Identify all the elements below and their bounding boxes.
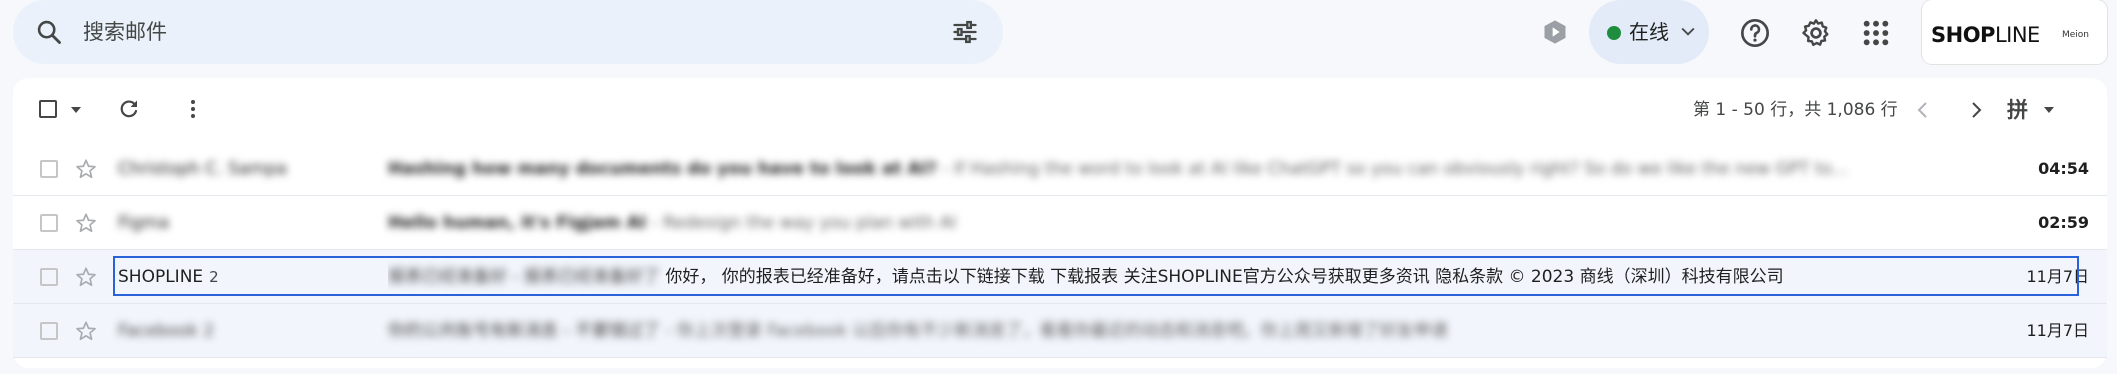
input-method-button[interactable]: 拼 (2007, 78, 2028, 142)
email-subject: Hello human, it's Figjam AI (388, 213, 647, 233)
star-icon[interactable] (75, 212, 97, 234)
status-selector[interactable]: 在线 (1589, 0, 1709, 64)
email-subject: Hashing how many documents do you have t… (388, 159, 937, 179)
email-date: 04:54 (2038, 159, 2089, 178)
top-bar: 搜索邮件 在线 SHOPLINE Meion (0, 0, 2117, 68)
email-subject-line: 你的公共账号有新消息 - 不要错过了 - 你上次登录 Facebook 以后你有… (388, 304, 1918, 358)
settings-gear-icon[interactable] (1800, 17, 1832, 49)
select-all-checkbox[interactable] (39, 100, 57, 118)
chevron-down-icon (1681, 27, 1695, 36)
help-icon[interactable] (1739, 17, 1771, 49)
email-row[interactable]: Figma Hello human, it's Figjam AI - Rede… (13, 196, 2107, 250)
star-icon[interactable] (75, 320, 97, 342)
email-row-focused[interactable]: SHOPLINE 2 报表已经准备好 - 报表已经准备好了 你好， 你的报表已经准… (13, 250, 2107, 304)
pagination-text: 第 1 - 50 行，共 1,086 行 (1693, 100, 1898, 120)
email-snippet: - Redesign the way you plan with AI (646, 213, 957, 233)
chevron-left-icon[interactable] (1913, 100, 1933, 120)
email-sender: Figma (118, 213, 170, 233)
refresh-icon[interactable] (117, 97, 141, 121)
email-subject: 报表已经准备好 (388, 267, 507, 287)
email-subject-line: 报表已经准备好 - 报表已经准备好了 你好， 你的报表已经准备好，请点击以下链接… (388, 250, 1918, 304)
email-date: 11月7日 (2026, 267, 2089, 286)
search-input[interactable]: 搜索邮件 (83, 0, 883, 64)
email-subject: 你的公共账号有新消息 - 不要错过了 (388, 321, 660, 341)
email-row[interactable]: Facebook 2 你的公共账号有新消息 - 不要错过了 - 你上次登录 Fa… (13, 304, 2107, 358)
email-subject-line: Hashing how many documents do you have t… (388, 142, 1918, 196)
more-vert-icon[interactable] (181, 97, 205, 121)
email-snippet: 你好， 你的报表已经准备好，请点击以下链接下载 下载报表 关注SHOPLINE官… (665, 267, 1784, 287)
email-row[interactable]: Christoph C. Sampa Hashing how many docu… (13, 142, 2107, 196)
email-subject-line: Hello human, it's Figjam AI - Redesign t… (388, 196, 1918, 250)
mail-toolbar: 第 1 - 50 行，共 1,086 行 拼 (13, 78, 2107, 142)
account-brand-logo: SHOPLINE (1931, 23, 2040, 47)
gemini-icon[interactable] (1541, 18, 1569, 46)
chevron-right-icon[interactable] (1966, 100, 1986, 120)
email-subject-dash: - (507, 267, 524, 287)
row-checkbox[interactable] (40, 214, 58, 232)
thread-count: 2 (209, 268, 219, 286)
row-checkbox[interactable] (40, 160, 58, 178)
email-sender-name: SHOPLINE (118, 267, 204, 287)
search-icon[interactable] (35, 18, 63, 46)
mail-list-panel: 第 1 - 50 行，共 1,086 行 拼 Christoph C. Samp… (13, 78, 2107, 368)
email-date: 11月7日 (2026, 321, 2089, 340)
star-icon[interactable] (75, 158, 97, 180)
email-sender: Christoph C. Sampa (118, 159, 287, 179)
input-method-caret-icon[interactable] (2043, 106, 2055, 114)
search-bar[interactable]: 搜索邮件 (13, 0, 1003, 64)
email-sender: SHOPLINE 2 (118, 250, 219, 304)
email-date: 02:59 (2038, 213, 2089, 232)
email-list: Christoph C. Sampa Hashing how many docu… (13, 142, 2107, 358)
online-status-dot (1607, 26, 1621, 40)
search-options-icon[interactable] (950, 18, 980, 46)
email-snippet: - 你上次登录 Facebook 以后你有不少新消息了，看看你最近的动态和消息吧… (659, 321, 1448, 341)
row-checkbox[interactable] (40, 322, 58, 340)
email-subject-repeat: 报表已经准备好了 (523, 267, 660, 287)
status-label: 在线 (1629, 20, 1669, 44)
email-snippet: - If Hashing the word to look at AI like… (936, 159, 1848, 179)
account-switcher[interactable]: SHOPLINE Meion (1922, 0, 2107, 64)
star-icon[interactable] (75, 266, 97, 288)
select-caret-icon[interactable] (70, 106, 82, 114)
email-sender: Facebook 2 (118, 321, 215, 341)
apps-grid-icon[interactable] (1860, 17, 1892, 49)
row-checkbox[interactable] (40, 268, 58, 286)
account-brand-sub: Meion (2062, 30, 2090, 40)
